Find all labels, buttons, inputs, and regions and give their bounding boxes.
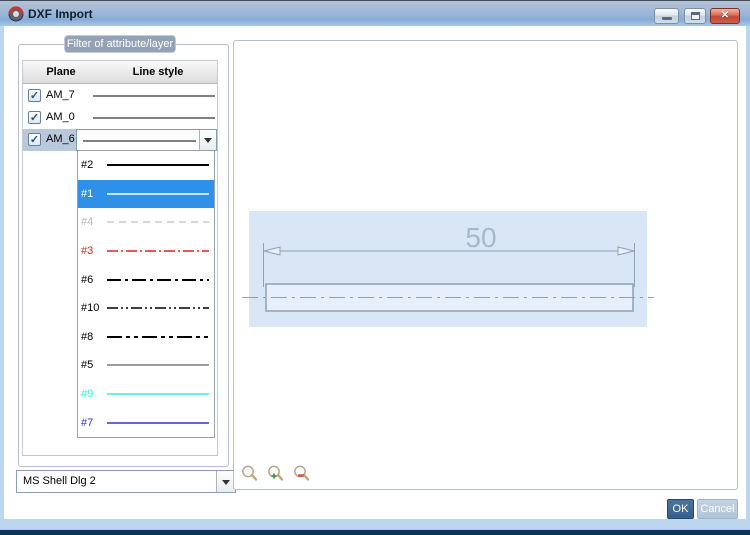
- option-label: #4: [81, 216, 94, 229]
- minimize-icon: [661, 17, 672, 20]
- line-sample: [107, 164, 209, 167]
- ok-button[interactable]: OK: [667, 499, 694, 519]
- column-header-plane[interactable]: Plane: [23, 61, 99, 83]
- option-label: #1: [81, 187, 94, 200]
- table-header: Plane Line style: [23, 61, 217, 84]
- line-style-option-2[interactable]: #2: [78, 151, 214, 180]
- line-sample: [107, 421, 209, 424]
- option-label: #10: [81, 302, 100, 315]
- filter-group-label: Filter of attribute/layer: [64, 35, 176, 53]
- window-border-bottom: [0, 519, 750, 535]
- line-style-option-6[interactable]: #6: [78, 265, 214, 294]
- close-button[interactable]: ✕: [710, 8, 740, 24]
- line-style-preview: [93, 95, 215, 97]
- line-sample: [107, 307, 209, 310]
- combobox-dropdown-arrow-icon[interactable]: [199, 130, 216, 150]
- plane-name: AM_6: [46, 133, 75, 145]
- window-border-right: [746, 26, 750, 519]
- line-sample: [107, 364, 209, 366]
- line-style-option-9[interactable]: #9: [78, 380, 214, 409]
- selected-line-style-preview: [83, 140, 196, 142]
- preview-panel[interactable]: 50: [233, 40, 738, 490]
- column-header-line-style[interactable]: Line style: [99, 61, 217, 83]
- line-sample: [107, 221, 209, 224]
- checkbox-am7[interactable]: ✓: [28, 89, 41, 102]
- line-style-dropdown-list: #2 #1 #4 #3 #6 #10 #8 #5 #9 #7: [77, 150, 215, 438]
- line-style-option-4[interactable]: #4: [78, 208, 214, 237]
- zoom-in-icon[interactable]: [266, 464, 285, 483]
- close-icon: ✕: [720, 10, 730, 21]
- titlebar[interactable]: DXF Import ✕: [0, 0, 750, 26]
- dxf-import-dialog: DXF Import ✕ Filter of attribute/layer P…: [0, 0, 750, 535]
- window-title: DXF Import: [28, 7, 93, 21]
- line-style-combobox[interactable]: [76, 129, 217, 151]
- option-label: #3: [81, 245, 94, 258]
- table-row-am7[interactable]: ✓ AM_7: [23, 85, 217, 107]
- dimension-text: 50: [465, 222, 496, 253]
- option-label: #9: [81, 388, 94, 401]
- line-style-preview: [93, 117, 215, 119]
- line-sample: [107, 278, 209, 281]
- cancel-button[interactable]: Cancel: [697, 499, 738, 519]
- app-icon: [8, 6, 24, 22]
- option-label: #2: [81, 159, 94, 172]
- line-sample: [107, 393, 209, 395]
- maximize-button[interactable]: [684, 8, 706, 24]
- font-combobox-value: MS Shell Dlg 2: [23, 475, 96, 487]
- line-style-option-7[interactable]: #7: [78, 408, 214, 437]
- dxf-preview-drawing: 50: [242, 211, 654, 327]
- line-style-option-10[interactable]: #10: [78, 294, 214, 323]
- table-row-am6-selected[interactable]: ✓ AM_6: [23, 129, 217, 151]
- table-row-am0[interactable]: ✓ AM_0: [23, 107, 217, 129]
- maximize-icon: [690, 12, 700, 20]
- plane-name: AM_0: [46, 111, 75, 123]
- zoom-out-icon[interactable]: [292, 464, 311, 483]
- option-label: #6: [81, 273, 94, 286]
- line-style-option-5[interactable]: #5: [78, 351, 214, 380]
- zoom-icon[interactable]: [240, 464, 259, 483]
- plane-name: AM_7: [46, 89, 75, 101]
- font-combobox[interactable]: MS Shell Dlg 2: [16, 470, 236, 493]
- checkbox-am0[interactable]: ✓: [28, 111, 41, 124]
- window-border-left: [0, 26, 4, 519]
- option-label: #5: [81, 359, 94, 372]
- line-sample: [107, 335, 209, 338]
- line-style-option-1-selected[interactable]: #1: [78, 179, 214, 209]
- line-style-option-3[interactable]: #3: [78, 237, 214, 266]
- checkbox-am6[interactable]: ✓: [28, 133, 41, 146]
- option-label: #8: [81, 330, 94, 343]
- minimize-button[interactable]: [654, 8, 679, 24]
- line-style-option-8[interactable]: #8: [78, 323, 214, 352]
- line-sample: [107, 250, 209, 252]
- option-label: #7: [81, 416, 94, 429]
- line-sample: [107, 193, 209, 195]
